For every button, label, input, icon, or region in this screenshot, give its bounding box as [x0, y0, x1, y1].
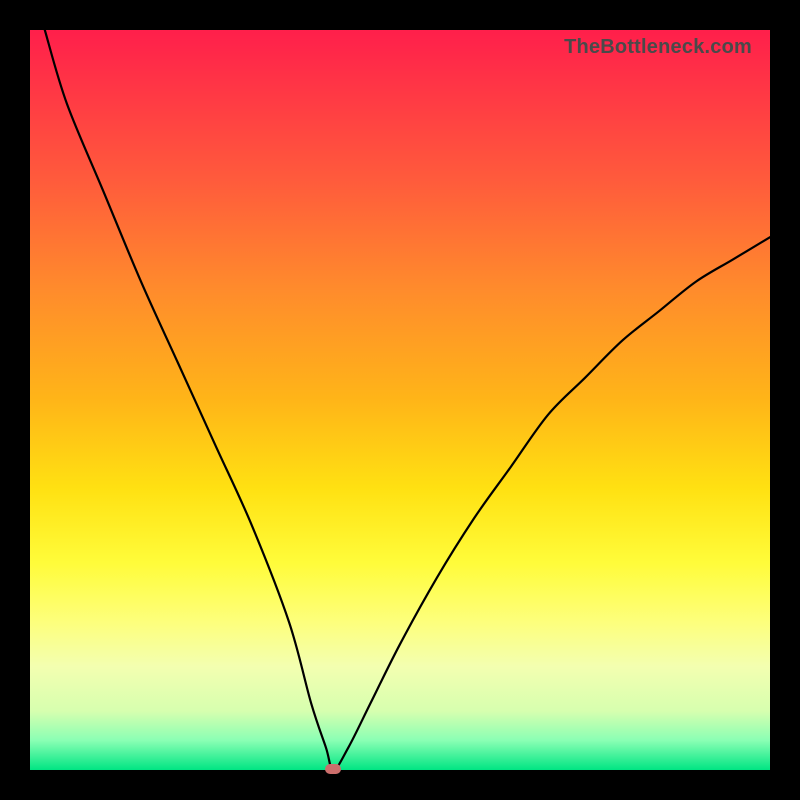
bottleneck-curve: [30, 30, 770, 770]
optimal-point-marker: [325, 764, 341, 774]
plot-area: TheBottleneck.com: [30, 30, 770, 770]
chart-frame: TheBottleneck.com: [0, 0, 800, 800]
